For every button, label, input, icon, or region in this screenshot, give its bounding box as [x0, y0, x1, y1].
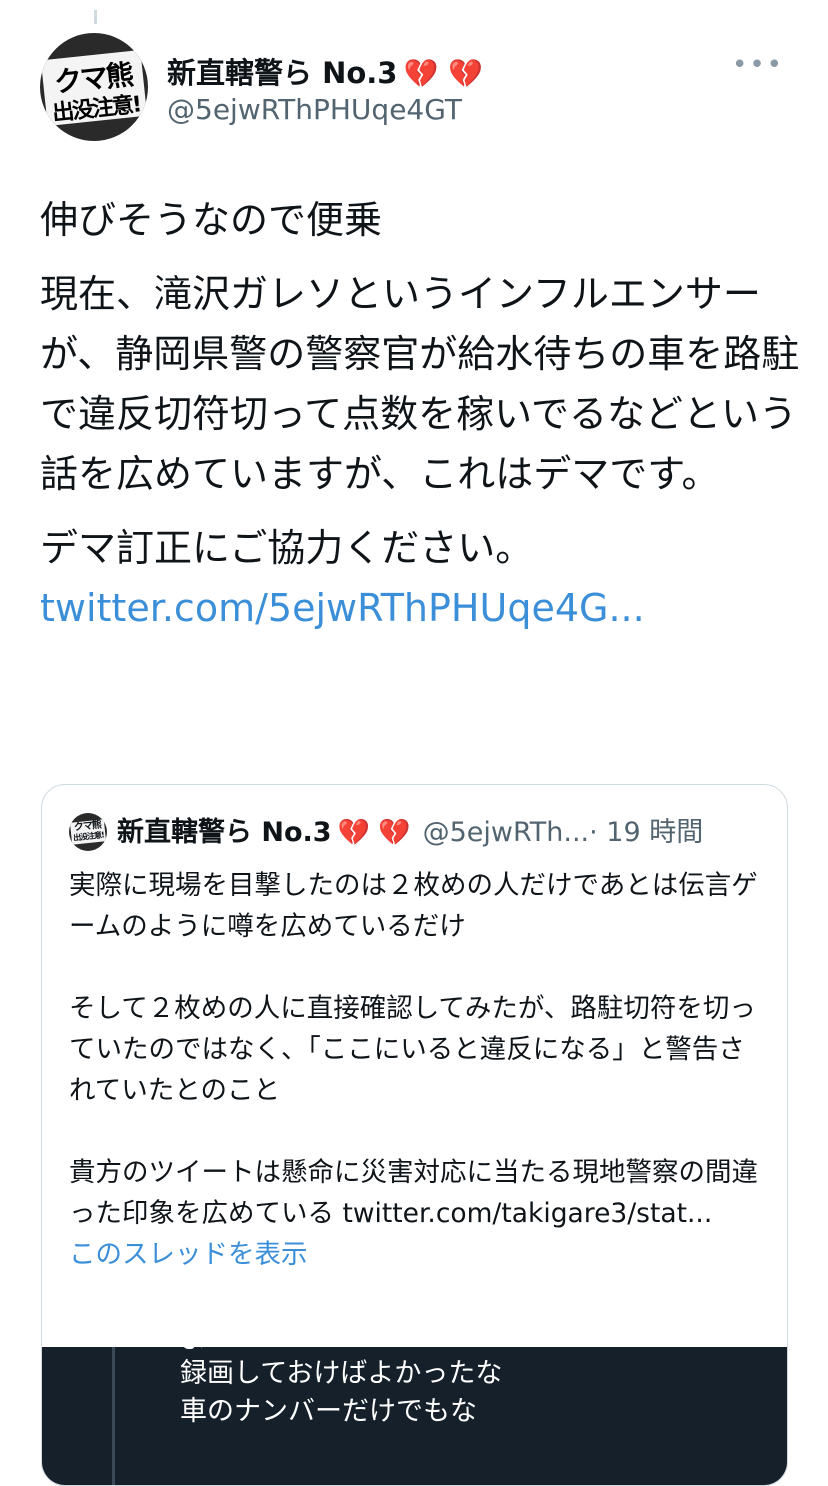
image-divider-line	[112, 1347, 115, 1485]
tweet-paragraph: 現在、滝沢ガレソというインフルエンサーが、静岡県警の警察官が給水待ちの車を路駐で…	[40, 272, 800, 496]
image-text-line: 録画しておけばよかったな	[180, 1358, 503, 1389]
quoted-paragraph: 貴方のツイートは懸命に災害対応に当たる現地警察の間違った印象を広めている twi…	[69, 1152, 769, 1234]
quoted-handle: @5ejwRTh...	[422, 817, 590, 848]
tweet-body: 伸びそうなので便乗 現在、滝沢ガレソというインフルエンサーが、静岡県警の警察官が…	[40, 190, 800, 638]
quoted-display-name: 新直轄警ら No.3	[117, 817, 332, 848]
quoted-tweet-card[interactable]: クマ熊 出没注意! 新直轄警ら No.3 💔 💔 @5ejwRTh...· 19 時…	[41, 784, 788, 1486]
avatar[interactable]: クマ熊 出没注意!	[40, 33, 148, 141]
quoted-paragraph: そして２枚めの人に直接確認してみたが、路駐切符を切っていたのではなく、「ここにい…	[69, 993, 756, 1106]
image-text-line: 車のナンバーだけでもな	[180, 1396, 477, 1427]
quoted-image[interactable]: よ 録画しておけばよかったな 車のナンバーだけでもな	[42, 1335, 787, 1485]
tweet-link-paragraph: twitter.com/5ejwRThPHUqe4G...	[40, 578, 800, 638]
image-text: よ 録画しておけばよかったな 車のナンバーだけでもな	[180, 1335, 502, 1431]
broken-heart-icon: 💔 💔	[337, 818, 411, 848]
quoted-avatar-sign: クマ熊 出没注意!	[69, 819, 107, 845]
author-name-text: 新直轄警ら No.3	[167, 56, 398, 90]
tweet-link[interactable]: twitter.com/5ejwRThPHUqe4G...	[40, 586, 645, 630]
quoted-header: 新直轄警ら No.3 💔 💔 @5ejwRTh...· 19 時間	[117, 813, 747, 853]
avatar-sign: クマ熊 出没注意!	[40, 49, 148, 126]
quoted-paragraph: 実際に現場を目撃したのは２枚めの人だけであとは伝言ゲームのように噂を広めているだ…	[69, 870, 758, 942]
quoted-avatar: クマ熊 出没注意!	[69, 813, 107, 851]
tweet-paragraph: 伸びそうなので便乗	[40, 198, 383, 242]
image-text-line: よ	[180, 1335, 207, 1355]
quoted-avatar-sign-text-2: 出没注意!	[72, 830, 105, 843]
quoted-link: twitter.com/takigare3/stat...	[342, 1198, 713, 1229]
quoted-timestamp: · 19 時間	[589, 817, 704, 848]
broken-heart-icon: 💔 💔	[403, 57, 483, 90]
author-display-name[interactable]: 新直轄警ら No.3 💔 💔	[167, 50, 483, 92]
show-thread-row: このスレッドを表示	[69, 1234, 769, 1275]
more-options-icon[interactable]: •••	[732, 50, 784, 80]
quoted-body: 実際に現場を目撃したのは２枚めの人だけであとは伝言ゲームのように噂を広めているだ…	[69, 865, 769, 1275]
show-thread-link[interactable]: このスレッドを表示	[69, 1239, 308, 1270]
tweet-paragraph: デマ訂正にご協力ください。	[40, 526, 534, 570]
thread-connector-line	[94, 10, 97, 24]
author-handle[interactable]: @5ejwRThPHUqe4GT	[167, 93, 462, 126]
